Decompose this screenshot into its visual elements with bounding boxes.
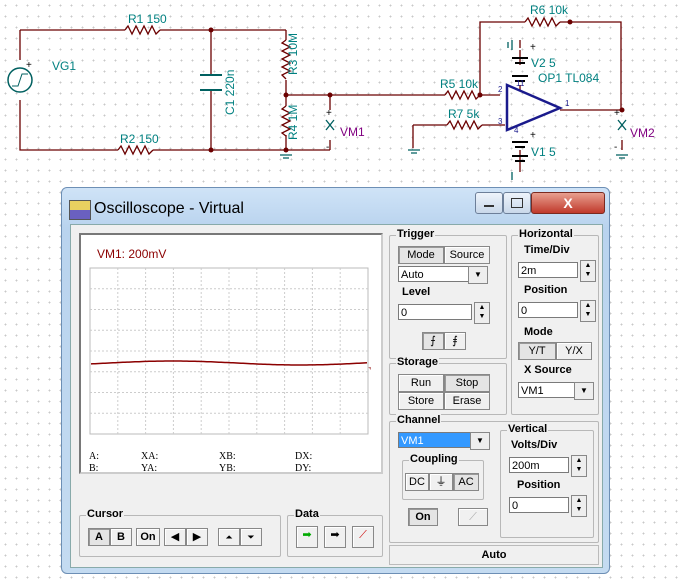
yx-mode-button[interactable]: Y/X (556, 342, 592, 360)
cursor-b-button[interactable]: B (110, 528, 132, 546)
trigger-level-input[interactable]: 0 (398, 304, 472, 320)
data-group: Data ➡ ➡ ⟋ (287, 508, 383, 557)
dc-coupling-button[interactable]: DC (405, 473, 429, 491)
svg-text:-: - (326, 142, 329, 153)
trigger-source-tab[interactable]: Source (444, 246, 490, 264)
svg-text:VG1: VG1 (52, 59, 76, 73)
cursor-a-button[interactable]: A (88, 528, 110, 546)
volts-div-input[interactable]: 200m (509, 457, 569, 473)
cursor-group: Cursor A B On ◀ ▶ ⏶ ⏷ (79, 508, 281, 557)
curve-icon[interactable]: ⟋ (352, 526, 374, 548)
vertical-position-input[interactable]: 0 (509, 497, 569, 513)
svg-text:VM1: VM1 (340, 125, 365, 139)
svg-text:⏚: ⏚ (367, 362, 371, 372)
yt-mode-button[interactable]: Y/T (518, 342, 556, 360)
svg-text:V1 5: V1 5 (531, 145, 556, 159)
close-button[interactable]: X (531, 192, 605, 214)
store-button[interactable]: Store (398, 392, 444, 410)
horizontal-position-spinner[interactable]: ▲ ▼ (580, 300, 596, 322)
channel-group: Channel VM1 ▼ Coupling DC ⏚ AC On ⟋ Vert… (389, 414, 599, 543)
svg-text:1: 1 (565, 99, 570, 108)
coupling-group: Coupling DC ⏚ AC (402, 453, 484, 500)
cursor-right-button[interactable]: ▶ (186, 528, 208, 546)
erase-button[interactable]: Erase (444, 392, 490, 410)
time-div-input[interactable]: 2m (518, 262, 578, 278)
probe-icon[interactable]: ⟋ (458, 508, 488, 526)
run-button[interactable]: Run (398, 374, 444, 392)
scope-screen: VM1: 200mV ⏚ A: B: XA: YA: XB: YB: DX: D… (79, 233, 383, 474)
capacitor-c1 (200, 74, 222, 91)
export-data-icon[interactable]: ➡ (324, 526, 346, 548)
trigger-mode-tab[interactable]: Mode (398, 246, 444, 264)
svg-text:C1 220n: C1 220n (223, 70, 237, 115)
ground-coupling-button[interactable]: ⏚ (429, 473, 453, 491)
storage-group: Storage Run Stop Store Erase (389, 356, 507, 415)
ac-coupling-button[interactable]: AC (453, 473, 479, 491)
svg-text:3: 3 (498, 117, 503, 126)
svg-text:OP1 TL084: OP1 TL084 (538, 71, 599, 85)
channel-on-button[interactable]: On (408, 508, 438, 526)
resistor-symbols (117, 16, 561, 156)
cursor-left-button[interactable]: ◀ (164, 528, 186, 546)
svg-text:+: + (614, 108, 620, 119)
trigger-group: Trigger Mode Source Auto ▼ Level 0 ▲ ▼ ⨍ … (389, 228, 507, 359)
time-div-spinner[interactable]: ▲ ▼ (580, 260, 596, 282)
cursor-up-button[interactable]: ⏶ (218, 528, 240, 546)
minimize-button[interactable] (475, 192, 503, 214)
svg-text:+: + (530, 130, 536, 141)
import-data-icon[interactable]: ➡ (296, 526, 318, 548)
volts-div-spinner[interactable]: ▲ ▼ (571, 455, 587, 477)
svg-text:R1 150: R1 150 (128, 12, 167, 26)
chevron-down-icon[interactable]: ▼ (468, 266, 488, 284)
vertical-position-spinner[interactable]: ▲ ▼ (571, 495, 587, 517)
svg-text:+: + (326, 108, 332, 119)
horizontal-group: Horizontal Time/Div 2m ▲ ▼ Position 0 ▲ ▼ … (511, 228, 599, 415)
svg-text:-: - (614, 142, 617, 153)
svg-text:4: 4 (514, 126, 519, 135)
oscilloscope-icon (69, 200, 91, 220)
svg-text:R4 1M: R4 1M (286, 105, 300, 140)
status-bar: Auto (389, 545, 599, 565)
svg-text:2: 2 (498, 85, 503, 94)
svg-text:11: 11 (516, 79, 525, 88)
oscilloscope-window: Oscilloscope - Virtual X VM1: 200mV ⏚ A:… (61, 187, 610, 574)
svg-text:+: + (530, 42, 536, 53)
svg-text:R7 5k: R7 5k (448, 107, 480, 121)
rising-edge-button[interactable]: ⨍ (422, 332, 444, 350)
svg-text:VM2: VM2 (630, 126, 655, 140)
schematic[interactable]: R1 150 R2 150 VG1 R6 10k R5 10k R7 5k V2… (0, 0, 681, 180)
vertical-group: Vertical Volts/Div 200m ▲ ▼ Position 0 ▲ ▼ (500, 423, 594, 538)
svg-text:+: + (26, 60, 32, 71)
svg-text:R5 10k: R5 10k (440, 77, 479, 91)
svg-text:V2 5: V2 5 (531, 56, 556, 70)
maximize-button[interactable] (503, 192, 531, 214)
stop-button[interactable]: Stop (444, 374, 490, 392)
channel-label: VM1: 200mV (97, 247, 167, 261)
level-spinner[interactable]: ▲ ▼ (474, 302, 490, 324)
horizontal-position-input[interactable]: 0 (518, 302, 578, 318)
falling-edge-button[interactable]: ⨎ (444, 332, 466, 350)
cursor-down-button[interactable]: ⏷ (240, 528, 262, 546)
cursor-on-button[interactable]: On (136, 528, 160, 546)
window-title: Oscilloscope - Virtual (94, 200, 244, 217)
svg-text:R6 10k: R6 10k (530, 3, 569, 17)
scope-plot: ⏚ (89, 267, 371, 435)
chevron-down-icon[interactable]: ▼ (470, 432, 490, 450)
svg-text:R2 150: R2 150 (120, 132, 159, 146)
chevron-down-icon[interactable]: ▼ (574, 382, 594, 400)
opamp-symbol (505, 83, 564, 132)
svg-text:R3 10M: R3 10M (286, 33, 300, 75)
